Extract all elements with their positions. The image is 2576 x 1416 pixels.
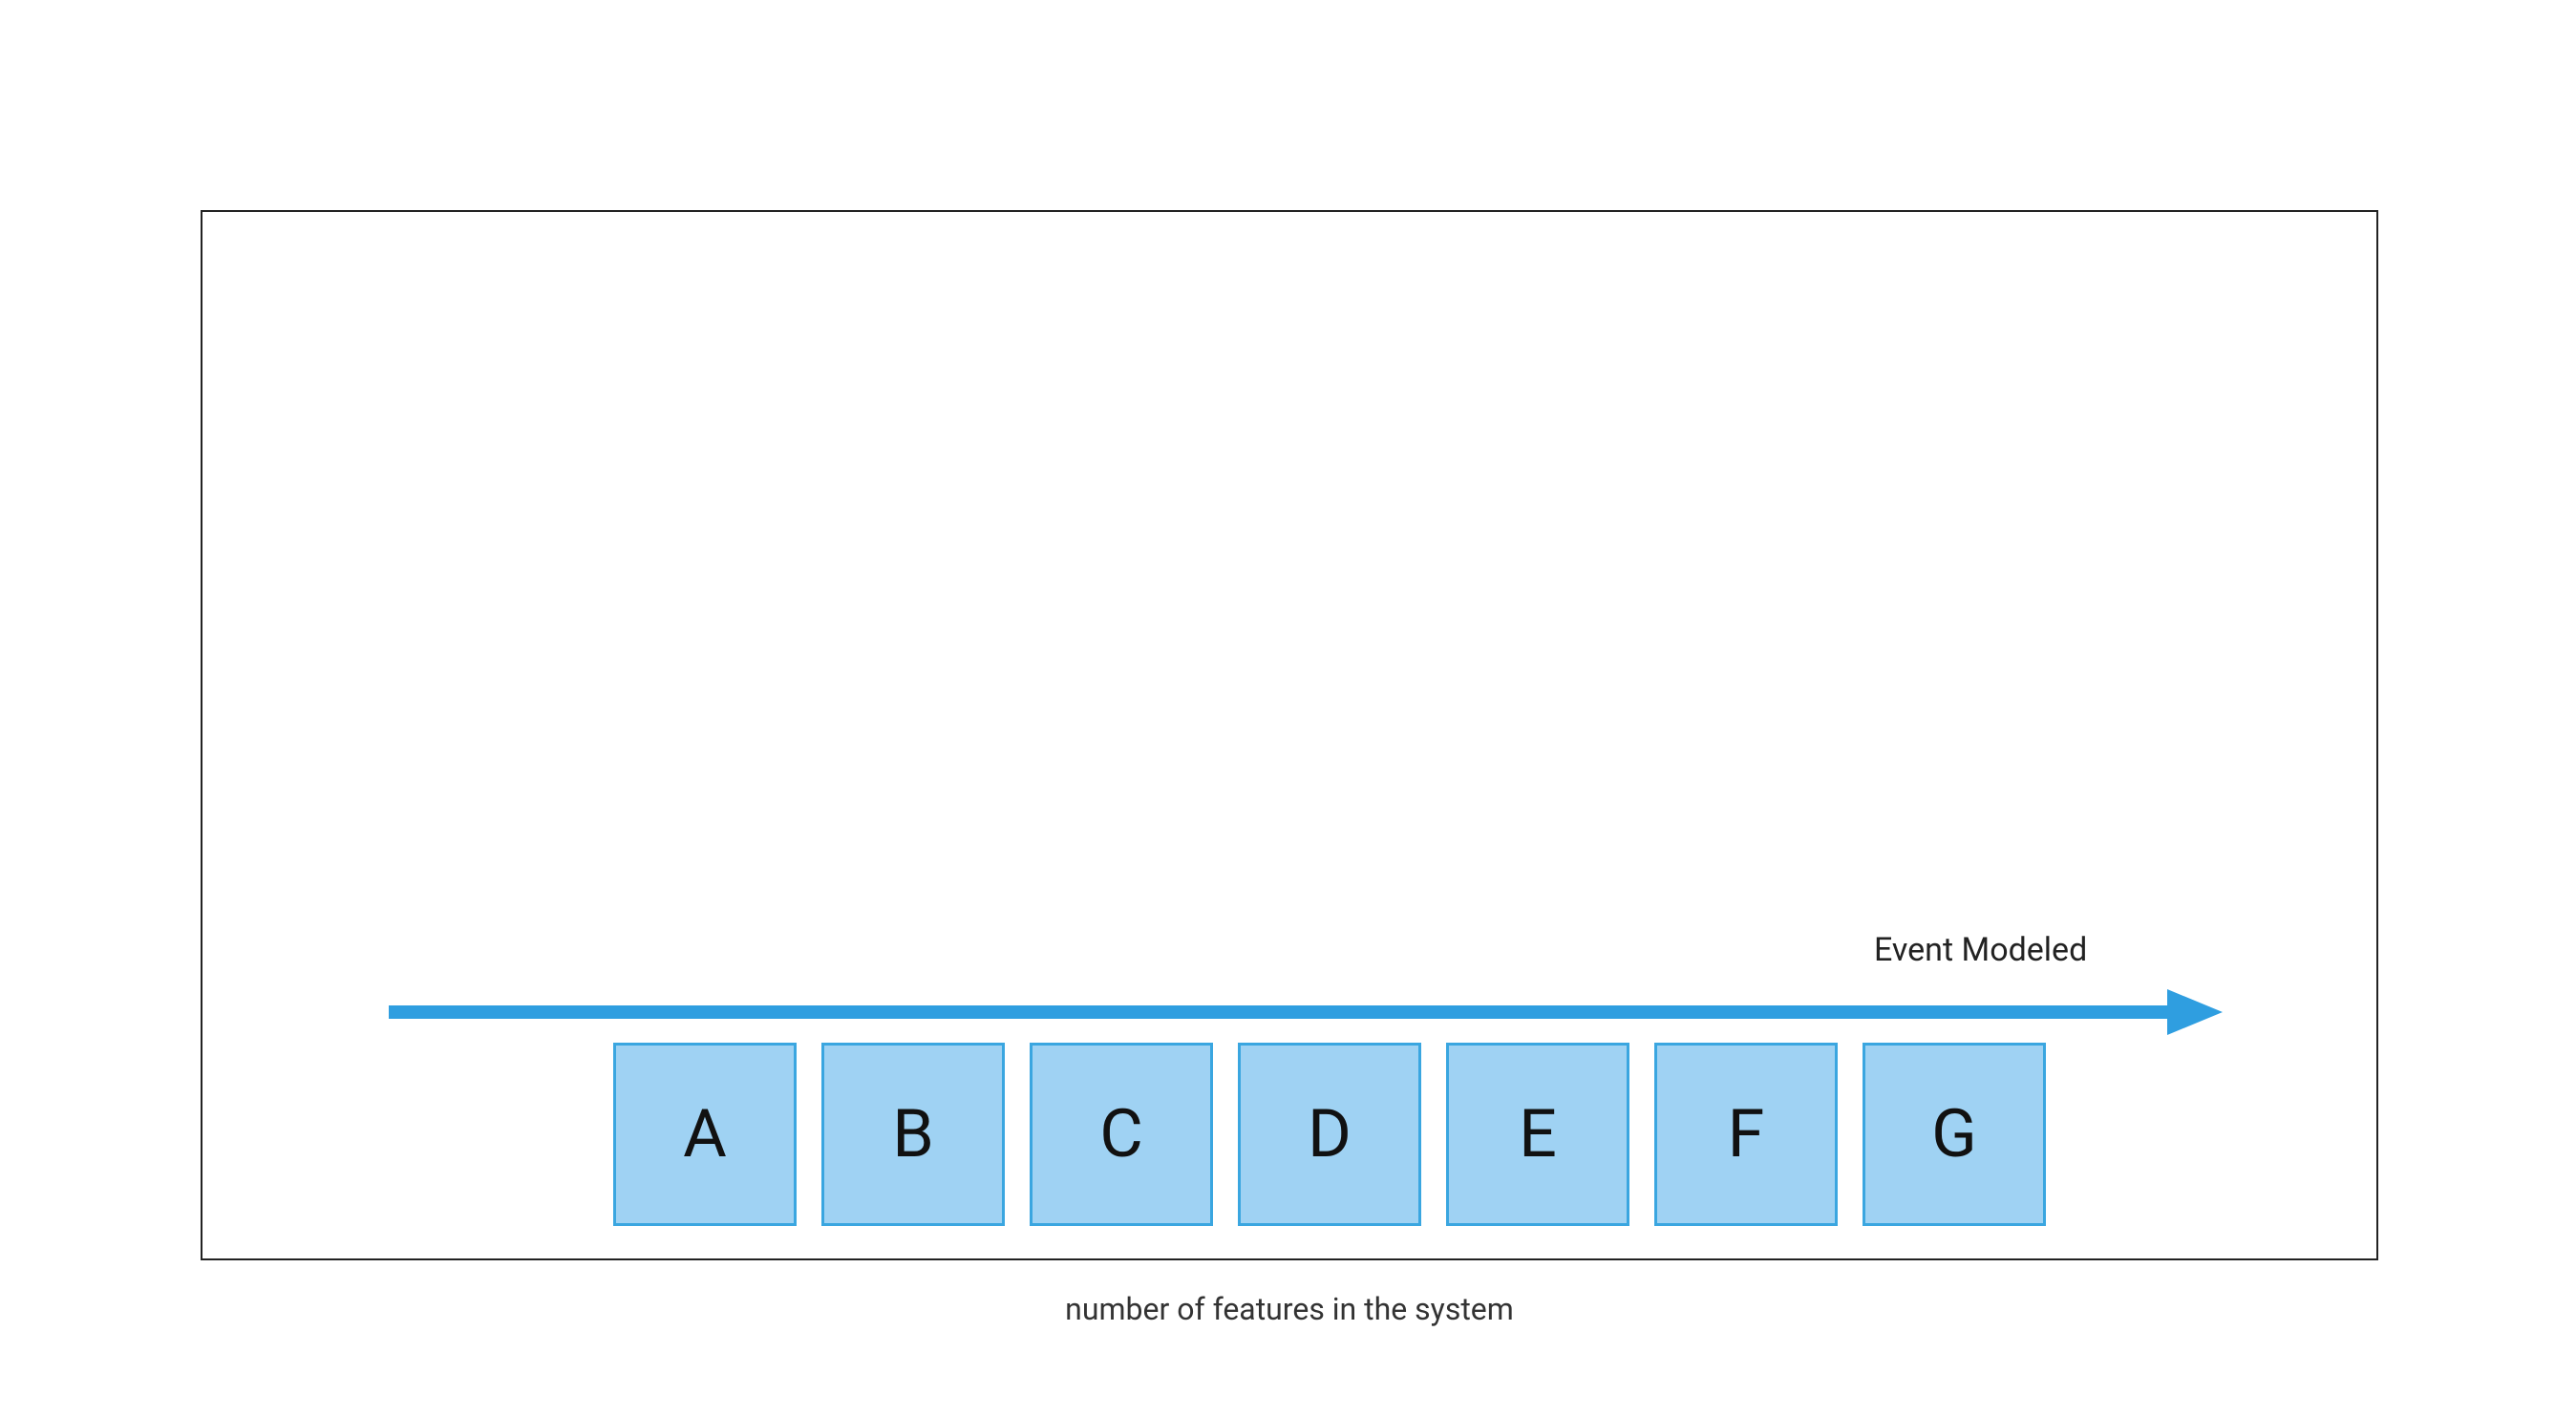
feature-box-a: A — [613, 1043, 797, 1226]
feature-box-d: D — [1238, 1043, 1421, 1226]
diagram-container: cost per additional feature Event Modele… — [201, 210, 2378, 1260]
feature-box-b: B — [821, 1043, 1005, 1226]
feature-box-g: G — [1863, 1043, 2046, 1226]
series-label: Event Modeled — [1874, 931, 2087, 969]
feature-boxes-row: A B C D E F G — [613, 1043, 2046, 1226]
feature-box-c: C — [1030, 1043, 1213, 1226]
arrow-icon — [389, 983, 2223, 1041]
x-axis-label: number of features in the system — [1065, 1291, 1514, 1327]
chart-frame: Event Modeled A B C D E F G — [201, 210, 2378, 1260]
feature-box-f: F — [1654, 1043, 1838, 1226]
feature-box-e: E — [1446, 1043, 1629, 1226]
